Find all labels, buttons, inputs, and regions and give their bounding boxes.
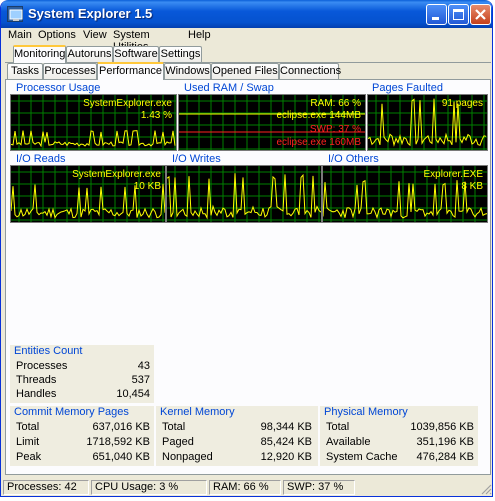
kernel-memory-title: Kernel Memory [160, 406, 235, 418]
close-button[interactable] [470, 4, 491, 25]
menu-help[interactable]: Help [188, 29, 211, 41]
kernel-paged-label: Paged [162, 436, 194, 448]
physical-cache-label: System Cache [326, 451, 398, 463]
tab-connections[interactable]: Connections [279, 63, 341, 80]
ram-top-process: eclipse.exe 144MB [276, 110, 362, 121]
physical-total-value: 1039,856 KB [410, 421, 474, 433]
entities-processes-label: Processes [16, 360, 68, 372]
processor-usage-label: Processor Usage [16, 82, 101, 94]
commit-memory-title: Commit Memory Pages [14, 406, 129, 418]
tab-windows[interactable]: Windows [164, 63, 211, 80]
maximize-icon [453, 9, 464, 20]
pages-faulted-graph: 91 pages [367, 94, 488, 151]
tab-opened-files[interactable]: Opened Files [211, 63, 279, 80]
io-writes-graph [166, 165, 322, 223]
io-reads-label: I/O Reads [16, 153, 66, 165]
commit-total-value: 637,016 KB [92, 421, 151, 433]
io-others-value: 8 KB [461, 181, 483, 192]
status-swap: SWP: 37 % [283, 480, 355, 495]
commit-limit-value: 1718,592 KB [86, 436, 150, 448]
tab-processes[interactable]: Processes [43, 63, 97, 80]
entities-handles-value: 10,454 [116, 388, 150, 400]
physical-total-label: Total [326, 421, 350, 433]
io-reads-graph: SystemExplorer.exe 10 KB [10, 165, 166, 223]
processor-percent: 1.43 % [140, 110, 172, 121]
pages-faulted-label: Pages Faulted [372, 82, 443, 94]
swap-percent: SWP: 37 % [309, 124, 361, 135]
entities-count-title: Entities Count [14, 345, 83, 357]
physical-memory-title: Physical Memory [324, 406, 408, 418]
minimize-button[interactable] [426, 4, 447, 25]
io-reads-value: 10 KB [133, 181, 161, 192]
close-icon [475, 9, 486, 20]
used-ram-swap-graph: RAM: 66 % eclipse.exe 144MB SWP: 37 % ec… [178, 94, 366, 151]
menu-options[interactable]: Options [38, 29, 76, 41]
status-bar: Processes: 42 CPU Usage: 3 % RAM: 66 % S… [1, 478, 492, 496]
physical-cache-value: 476,284 KB [416, 451, 475, 463]
entities-count-group: Entities Count Processes 43 Threads 537 … [10, 345, 154, 403]
tab-autoruns[interactable]: Autoruns [66, 46, 113, 63]
status-cpu-usage: CPU Usage: 3 % [91, 480, 207, 495]
entities-threads-label: Threads [16, 374, 57, 386]
status-ram: RAM: 66 % [209, 480, 281, 495]
tab-performance[interactable]: Performance [97, 62, 164, 80]
swap-top-process: eclipse.exe 160MB [276, 137, 362, 148]
physical-memory-group: Physical Memory Total 1039,856 KB Availa… [320, 406, 478, 466]
entities-threads-value: 537 [131, 374, 150, 386]
minimize-icon [432, 17, 439, 20]
commit-memory-group: Commit Memory Pages Total 637,016 KB Lim… [10, 406, 154, 466]
app-window: System Explorer 1.5 Main Options View Sy… [0, 0, 493, 497]
used-ram-swap-label: Used RAM / Swap [184, 82, 274, 94]
kernel-total-value: 98,344 KB [260, 421, 312, 433]
maximize-button[interactable] [448, 4, 469, 25]
io-writes-label: I/O Writes [172, 153, 221, 165]
tab-software[interactable]: Software [113, 46, 159, 63]
ram-percent: RAM: 66 % [310, 98, 361, 109]
physical-available-label: Available [326, 436, 371, 448]
physical-available-value: 351,196 KB [416, 436, 475, 448]
menu-view[interactable]: View [83, 29, 107, 41]
commit-peak-value: 651,040 KB [92, 451, 151, 463]
window-title: System Explorer 1.5 [28, 6, 153, 21]
entities-handles-label: Handles [16, 388, 57, 400]
io-others-label: I/O Others [328, 153, 379, 165]
processor-top-process: SystemExplorer.exe [83, 98, 172, 109]
kernel-nonpaged-label: Nonpaged [162, 451, 213, 463]
tab-settings[interactable]: Settings [159, 46, 202, 63]
kernel-total-label: Total [162, 421, 186, 433]
pages-faulted-value: 91 pages [441, 98, 483, 109]
kernel-memory-group: Kernel Memory Total 98,344 KB Paged 85,4… [156, 406, 318, 466]
io-reads-top-process: SystemExplorer.exe [72, 169, 161, 180]
processor-usage-graph: SystemExplorer.exe 1.43 % [10, 94, 177, 151]
top-tabs: Monitoring Autoruns Software Settings [13, 45, 492, 63]
io-others-graph: Explorer.EXE 8 KB [322, 165, 488, 223]
kernel-paged-value: 85,424 KB [260, 436, 312, 448]
resize-grip-icon[interactable] [480, 483, 492, 495]
sub-tabs: Tasks Processes Performance Windows Open… [7, 62, 487, 80]
io-others-top-process: Explorer.EXE [423, 169, 483, 180]
tab-tasks[interactable]: Tasks [7, 63, 43, 80]
entities-processes-value: 43 [137, 360, 150, 372]
commit-peak-label: Peak [16, 451, 42, 463]
io-writes-trace [167, 166, 321, 222]
app-icon[interactable] [7, 6, 23, 22]
commit-total-label: Total [16, 421, 40, 433]
title-bar[interactable]: System Explorer 1.5 [1, 0, 492, 28]
status-processes: Processes: 42 [3, 480, 89, 495]
commit-limit-label: Limit [16, 436, 40, 448]
performance-panel: Processor Usage Used RAM / Swap Pages Fa… [5, 80, 491, 475]
tab-monitoring[interactable]: Monitoring [13, 45, 66, 63]
menu-main[interactable]: Main [8, 29, 32, 41]
kernel-nonpaged-value: 12,920 KB [260, 451, 312, 463]
